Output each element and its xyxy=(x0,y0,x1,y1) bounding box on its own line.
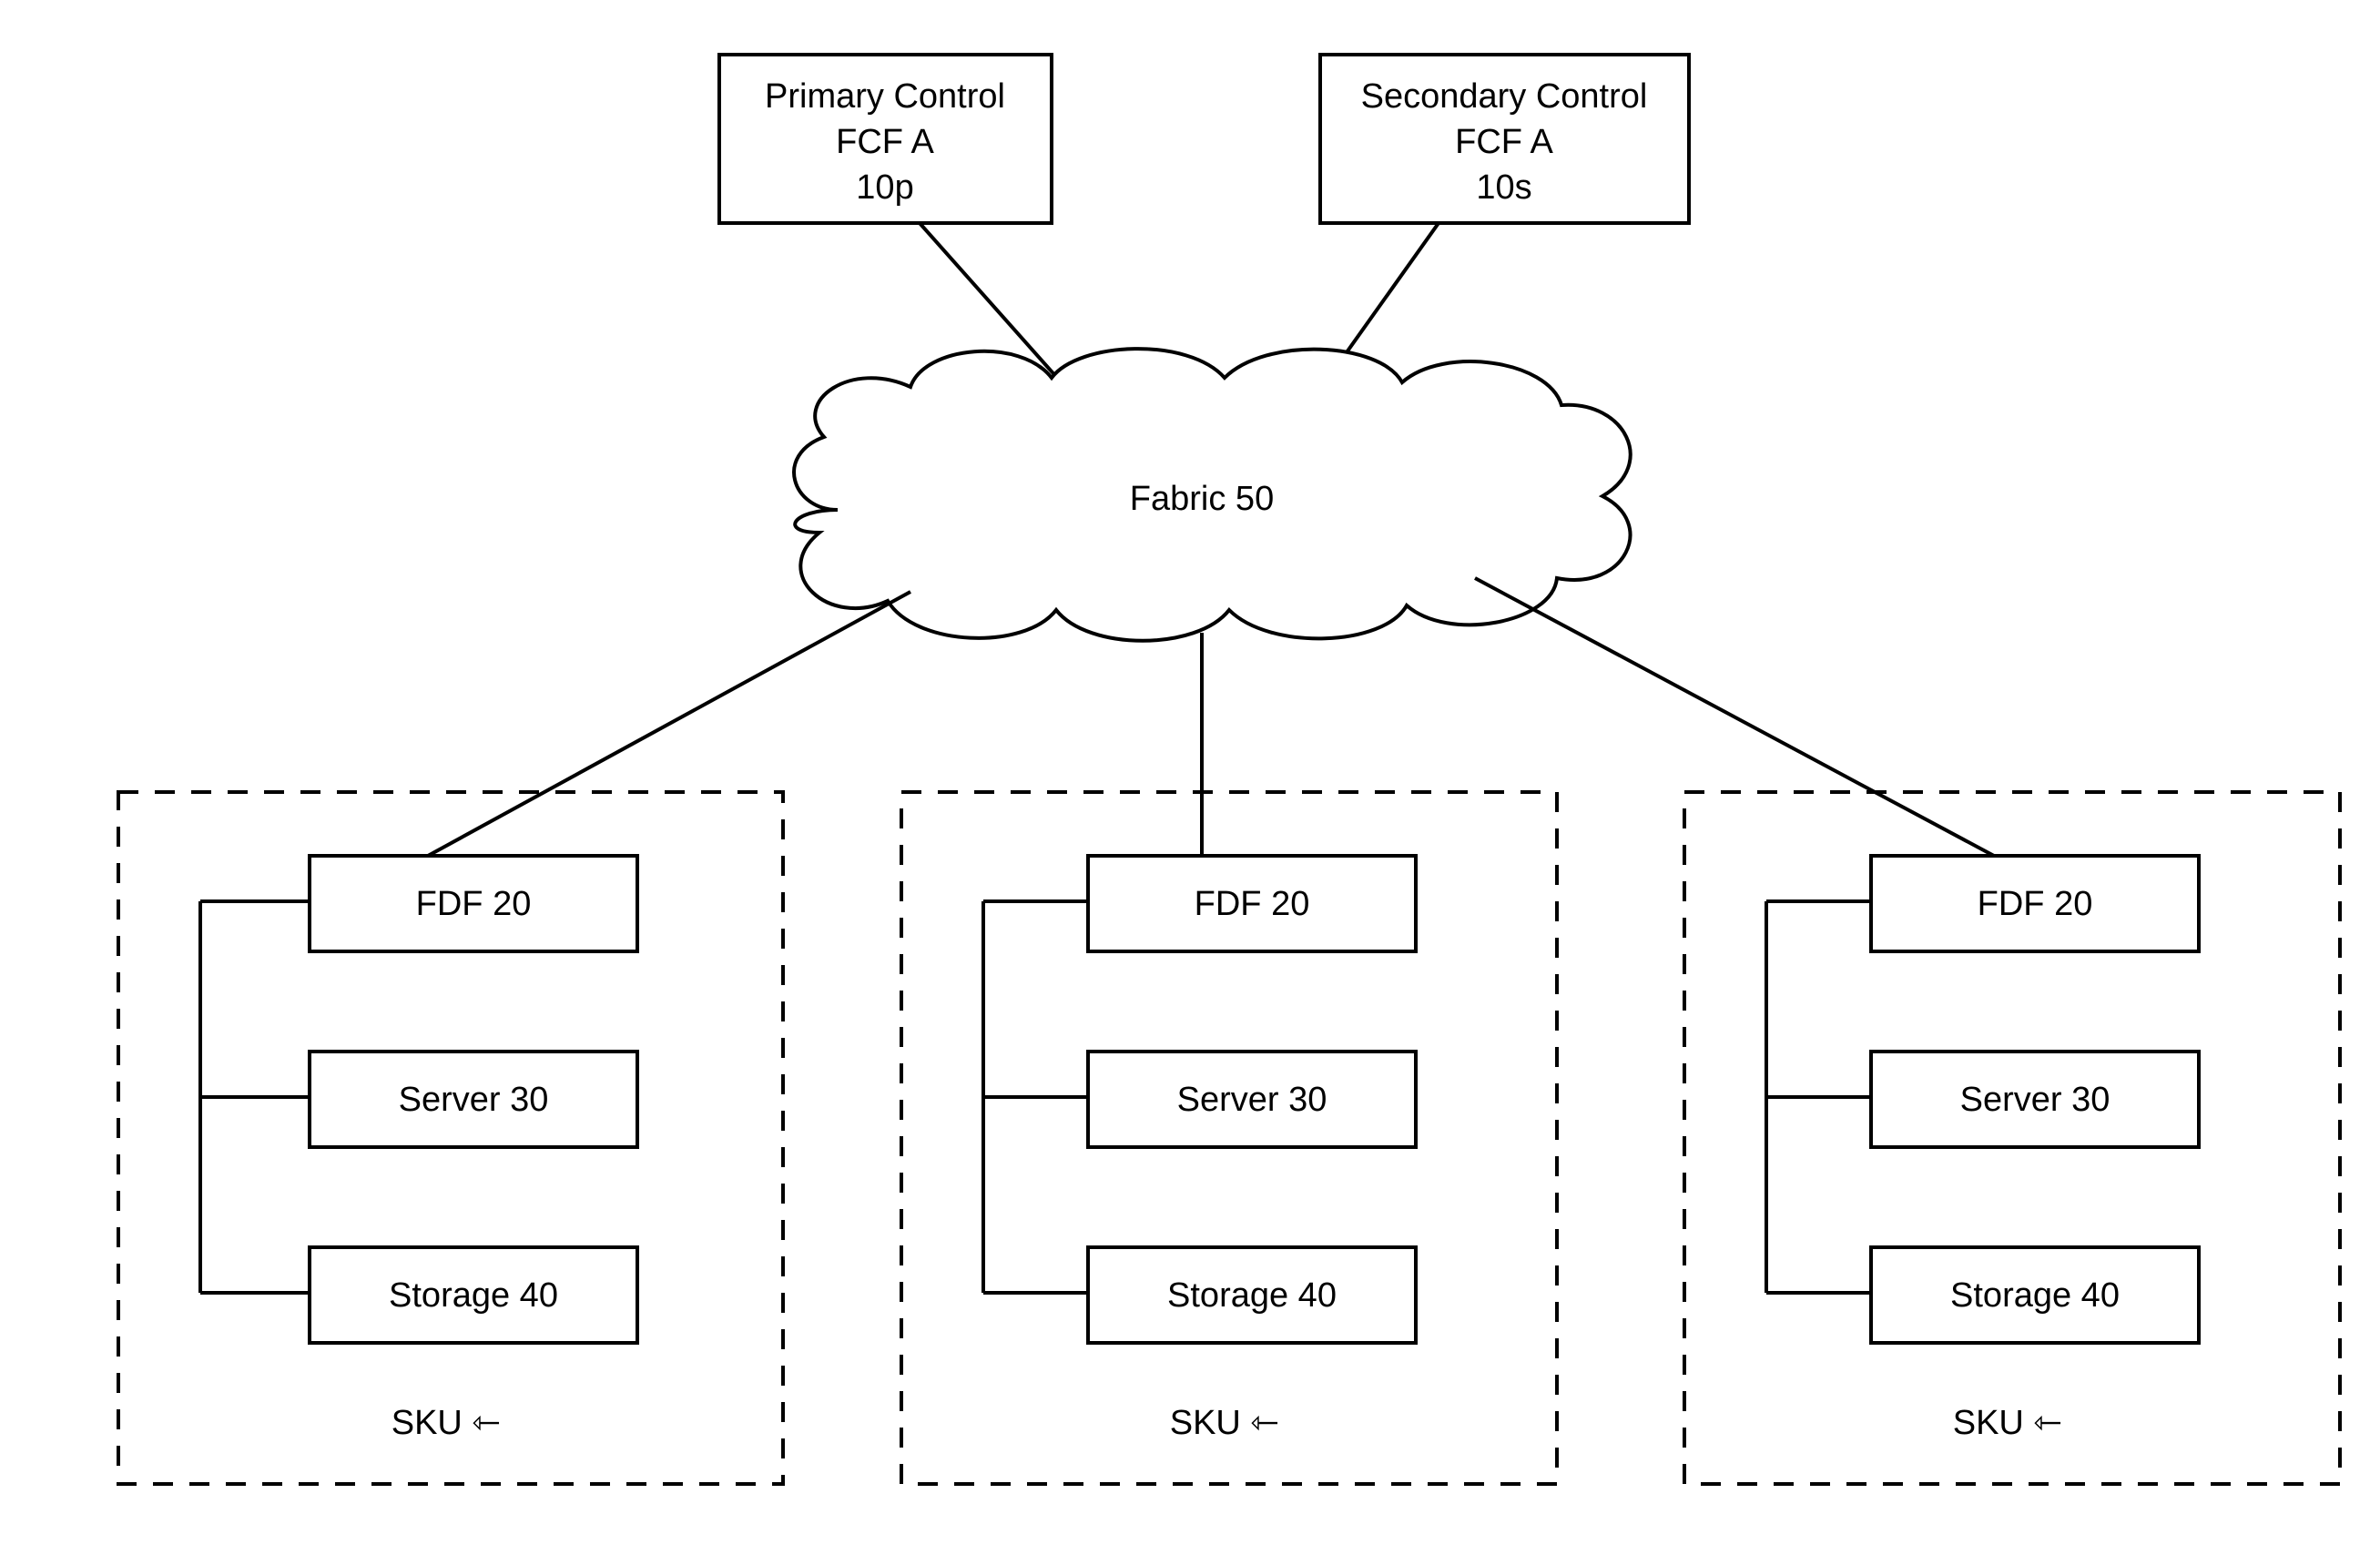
sku2-sku-label: SKU ⇽ xyxy=(1170,1404,1280,1442)
fabric-cloud-label: Fabric 50 xyxy=(1130,480,1274,518)
sku3-storage-box: Storage 40 xyxy=(1871,1247,2199,1343)
line-cloud-to-sku1 xyxy=(428,592,910,856)
primary-control-line3: 10p xyxy=(856,168,913,207)
sku-unit-2: FDF 20 Server 30 Storage 40 SKU ⇽ xyxy=(901,792,1557,1484)
primary-control-line2: FCF A xyxy=(836,123,934,161)
sku2-server-label: Server 30 xyxy=(1177,1081,1327,1119)
sku2-storage-label: Storage 40 xyxy=(1167,1276,1337,1315)
sku1-fdf-box: FDF 20 xyxy=(310,856,637,951)
sku1-fdf-label: FDF 20 xyxy=(416,885,532,923)
sku3-server-box: Server 30 xyxy=(1871,1052,2199,1147)
sku2-fdf-box: FDF 20 xyxy=(1088,856,1416,951)
sku3-fdf-label: FDF 20 xyxy=(1978,885,2093,923)
secondary-control-box: Secondary Control FCF A 10s xyxy=(1320,55,1689,223)
fabric-cloud: Fabric 50 xyxy=(794,349,1631,641)
secondary-control-line2: FCF A xyxy=(1455,123,1553,161)
secondary-control-line3: 10s xyxy=(1476,168,1531,207)
sku2-server-box: Server 30 xyxy=(1088,1052,1416,1147)
sku3-storage-label: Storage 40 xyxy=(1950,1276,2120,1315)
sku2-fdf-label: FDF 20 xyxy=(1195,885,1310,923)
sku1-storage-box: Storage 40 xyxy=(310,1247,637,1343)
sku2-storage-box: Storage 40 xyxy=(1088,1247,1416,1343)
sku3-fdf-box: FDF 20 xyxy=(1871,856,2199,951)
primary-control-box: Primary Control FCF A 10p xyxy=(719,55,1052,223)
line-cloud-to-sku3 xyxy=(1475,578,1994,856)
sku-unit-1: FDF 20 Server 30 Storage 40 SKU ⇽ xyxy=(118,792,783,1484)
sku1-server-label: Server 30 xyxy=(399,1081,549,1119)
sku1-sku-label: SKU ⇽ xyxy=(392,1404,502,1442)
sku1-storage-label: Storage 40 xyxy=(389,1276,558,1315)
sku3-sku-label: SKU ⇽ xyxy=(1953,1404,2063,1442)
sku-unit-3: FDF 20 Server 30 Storage 40 SKU ⇽ xyxy=(1684,792,2340,1484)
sku3-server-label: Server 30 xyxy=(1960,1081,2110,1119)
secondary-control-line1: Secondary Control xyxy=(1361,77,1648,116)
primary-control-line1: Primary Control xyxy=(765,77,1005,116)
sku1-server-box: Server 30 xyxy=(310,1052,637,1147)
